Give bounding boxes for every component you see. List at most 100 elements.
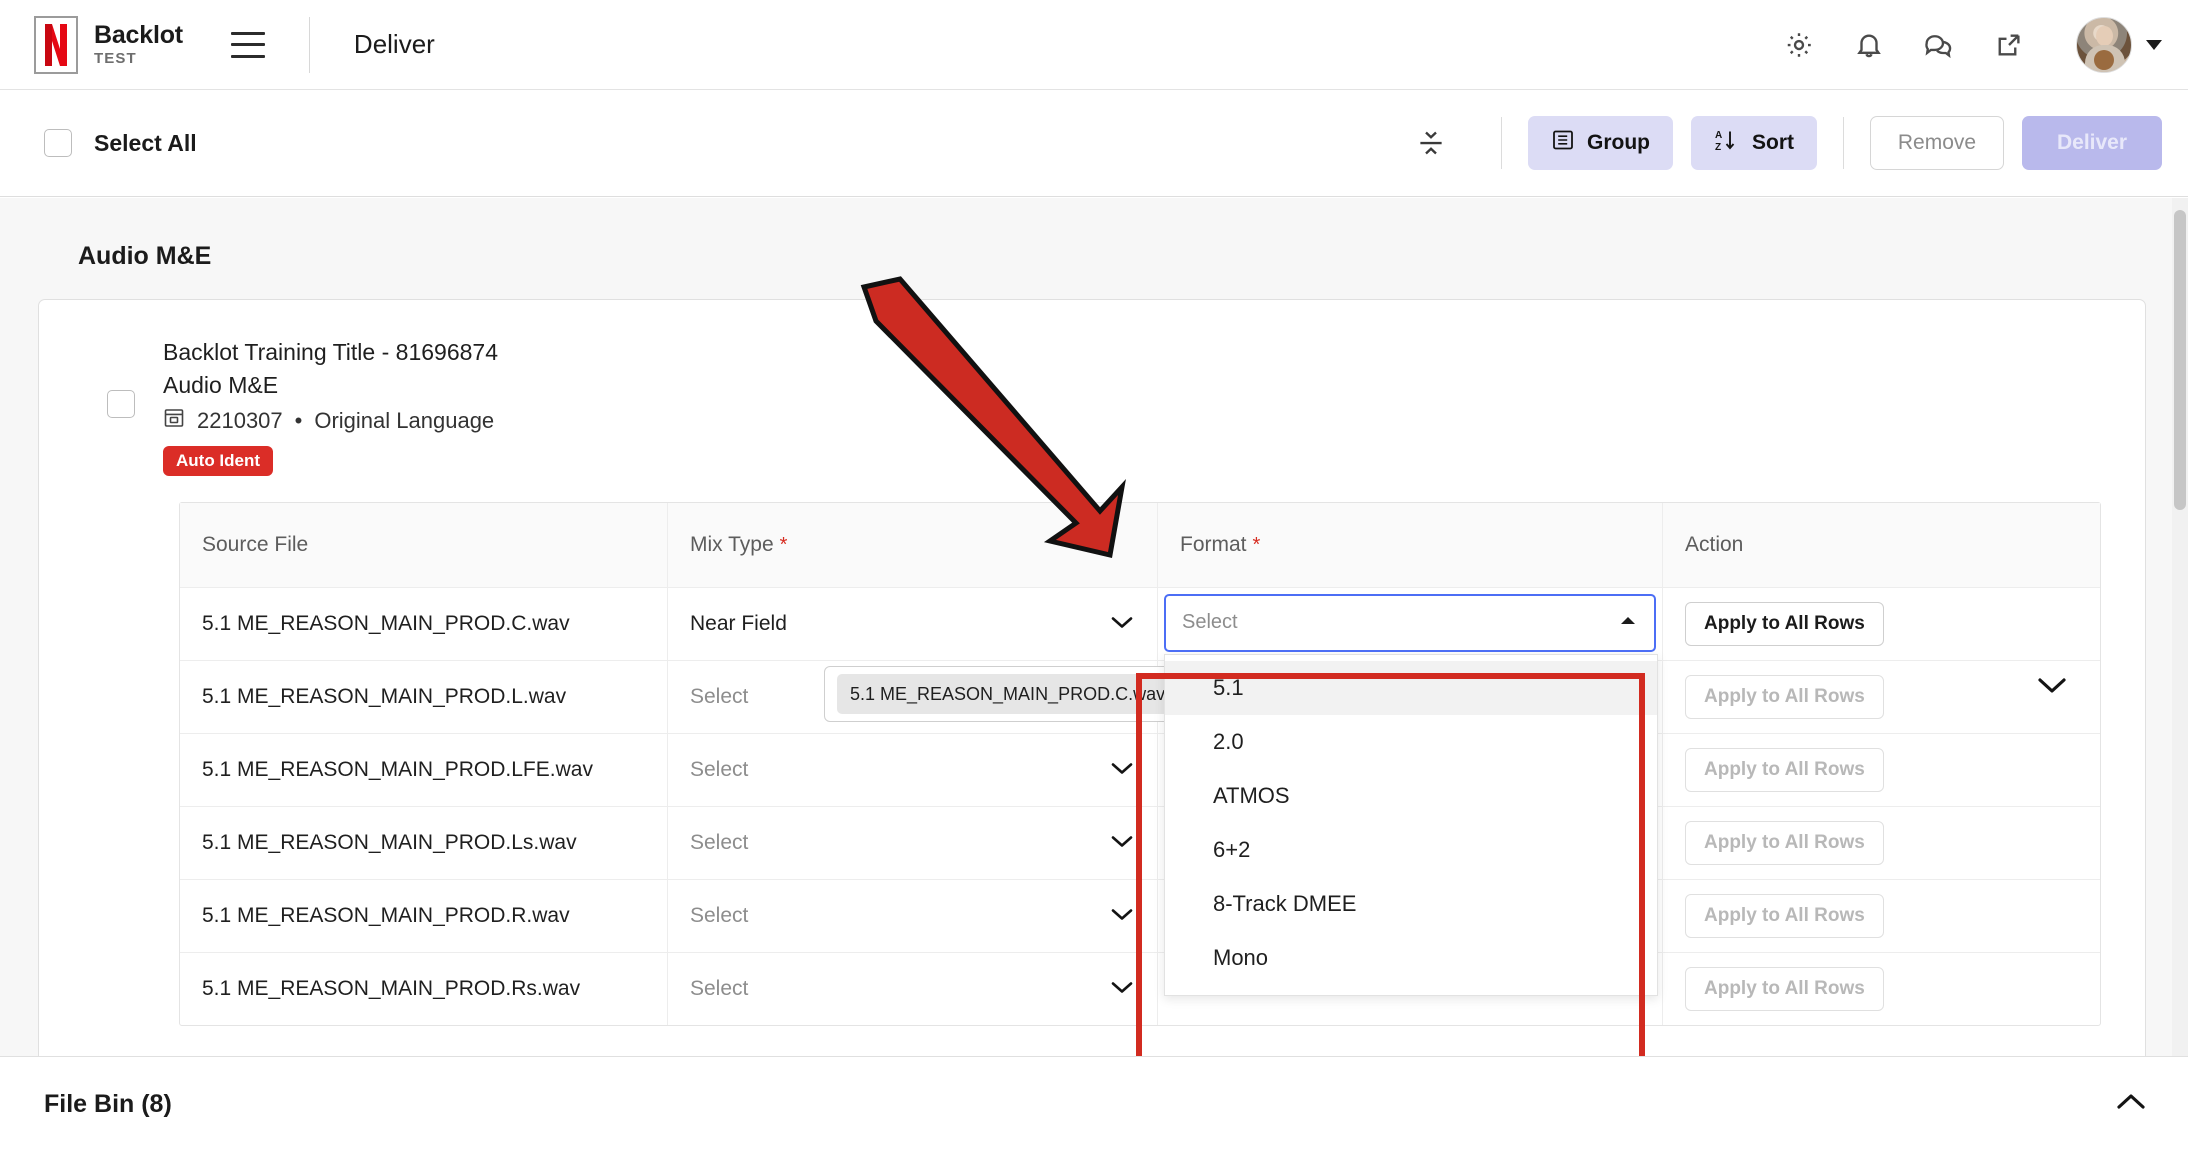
brand-name: Backlot	[94, 20, 183, 49]
group-label: Group	[1587, 131, 1650, 154]
select-all-checkbox[interactable]	[44, 129, 72, 157]
table-row: 5.1 ME_REASON_MAIN_PROD.C.wav Near Field…	[180, 587, 2100, 996]
cell-mix-type-select[interactable]: Select	[668, 806, 1158, 879]
column-header-format: Format *	[1158, 502, 1663, 587]
cell-mix-type-select[interactable]: Select	[668, 879, 1158, 952]
cell-action: Apply to All Rows	[1663, 734, 2100, 806]
select-all-label: Select All	[94, 129, 197, 156]
cell-action: Apply to All Rows	[1663, 807, 2100, 879]
request-language: Original Language	[314, 407, 495, 433]
apply-to-all-rows-button[interactable]: Apply to All Rows	[1685, 747, 1884, 792]
file-bin-bar[interactable]: File Bin (8)	[0, 1056, 2188, 1152]
cell-mix-type-select[interactable]: Select	[668, 952, 1158, 1025]
format-dropdown-value: Select	[1182, 611, 1238, 634]
main-scrollbar-thumb[interactable]	[2174, 210, 2186, 510]
svg-text:Z: Z	[1715, 142, 1721, 153]
required-marker: *	[779, 533, 788, 556]
column-header-source-file: Source File	[180, 502, 668, 587]
request-card-header: Backlot Training Title - 81696874 Audio …	[39, 300, 2145, 502]
format-dropdown-menu: 5.1 2.0 ATMOS 6+2 8-Track DMEE Mono	[1164, 653, 1658, 996]
apply-to-all-rows-button[interactable]: Apply to All Rows	[1685, 601, 1884, 646]
mix-type-value: Select	[690, 903, 749, 927]
apply-to-all-rows-button[interactable]: Apply to All Rows	[1685, 893, 1884, 938]
cell-source-file: 5.1 ME_REASON_MAIN_PROD.LFE.wav	[180, 733, 668, 806]
cell-mix-type-select[interactable]: Select	[668, 733, 1158, 806]
collapse-rows-icon[interactable]	[1411, 123, 1451, 163]
cell-action: Apply to All Rows	[1663, 953, 2100, 1025]
format-option[interactable]: 6+2	[1165, 823, 1657, 877]
format-option[interactable]: Mono	[1165, 931, 1657, 985]
deliver-button[interactable]: Deliver	[2022, 116, 2162, 170]
brand-logo-group[interactable]: Backlot TEST	[34, 15, 183, 74]
cell-format-select[interactable]: Select 5.1 2.0 ATMOS 6+2 8-Track DMEE Mo…	[1158, 587, 1663, 996]
caret-up-icon	[1618, 611, 1638, 634]
netflix-n-icon	[34, 15, 78, 74]
chat-icon[interactable]	[1922, 28, 1956, 62]
format-dropdown-trigger[interactable]: Select	[1164, 593, 1656, 652]
request-card: Backlot Training Title - 81696874 Audio …	[38, 299, 2146, 1056]
chevron-down-icon	[1109, 977, 1135, 1001]
cell-source-file: 5.1 ME_REASON_MAIN_PROD.Rs.wav	[180, 952, 668, 1025]
header-divider	[308, 16, 310, 73]
cell-action: Apply to All Rows	[1663, 588, 2100, 660]
column-header-action: Action	[1685, 532, 1744, 556]
external-link-icon[interactable]	[1992, 28, 2026, 62]
format-option[interactable]: 8-Track DMEE	[1165, 877, 1657, 931]
gear-icon[interactable]	[1782, 28, 1816, 62]
file-bin-label: File Bin (8)	[44, 1090, 172, 1118]
avatar[interactable]	[2076, 16, 2132, 73]
top-navigation-bar: Backlot TEST Deliver	[0, 0, 2188, 90]
hamburger-icon[interactable]	[230, 31, 265, 58]
format-option[interactable]: 5.1	[1165, 660, 1657, 715]
archive-box-icon	[163, 407, 185, 435]
selected-file-chip: 5.1 ME_REASON_MAIN_PROD.C.wav ✕	[837, 674, 1213, 714]
sort-az-icon: A Z	[1714, 127, 1740, 159]
column-header-mix-type: Mix Type *	[668, 502, 1158, 587]
request-id: 2210307	[197, 407, 283, 433]
format-option[interactable]: 2.0	[1165, 715, 1657, 769]
bell-icon[interactable]	[1852, 28, 1886, 62]
svg-text:A: A	[1715, 130, 1722, 141]
mix-type-value: Near Field	[690, 611, 787, 635]
chevron-down-icon	[1109, 612, 1135, 636]
page-title: Deliver	[353, 29, 435, 59]
request-card-footer: Open Request Details	[39, 1026, 2145, 1056]
selection-action-bar: Select All Group A Z Sort Remove Deliver	[0, 90, 2188, 197]
cell-mix-type-select[interactable]: Near Field	[668, 587, 1158, 660]
mix-type-value: Select	[690, 684, 749, 708]
request-select-checkbox[interactable]	[107, 390, 135, 418]
table-row: 5.1 ME_REASON_MAIN_PROD.Rs.wav Select Ap…	[180, 952, 2100, 1025]
cell-source-file: 5.1 ME_REASON_MAIN_PROD.R.wav	[180, 879, 668, 952]
group-button[interactable]: Group	[1528, 116, 1673, 170]
mix-type-value: Select	[690, 757, 749, 781]
apply-to-all-rows-button[interactable]: Apply to All Rows	[1685, 966, 1884, 1011]
chevron-up-icon[interactable]	[2114, 1091, 2148, 1118]
sort-label: Sort	[1752, 131, 1794, 154]
cell-source-file: 5.1 ME_REASON_MAIN_PROD.C.wav	[180, 587, 668, 660]
expand-request-chevron-down-icon[interactable]	[2035, 674, 2069, 701]
deliver-label: Deliver	[2056, 131, 2128, 154]
user-menu[interactable]	[2076, 16, 2162, 73]
cell-action: Apply to All Rows	[1663, 880, 2100, 952]
remove-button[interactable]: Remove	[1870, 116, 2004, 170]
request-subtitle: Audio M&E	[163, 372, 279, 399]
meta-separator: •	[294, 407, 303, 433]
format-option[interactable]: ATMOS	[1165, 769, 1657, 823]
cell-source-file: 5.1 ME_REASON_MAIN_PROD.L.wav	[180, 660, 668, 733]
brand-environment-label: TEST	[94, 50, 137, 68]
status-badge: Auto Ident	[163, 445, 274, 476]
sort-button[interactable]: A Z Sort	[1691, 116, 1817, 170]
table-row: 5.1 ME_REASON_MAIN_PROD.Ls.wav Select Ap…	[180, 806, 2100, 880]
request-id-row: 2210307 • Original Language	[163, 407, 498, 435]
main-content: Audio M&E Backlot Training Title - 81696…	[0, 198, 2188, 1056]
mix-type-value: Select	[690, 976, 749, 1000]
mix-type-value: Select	[690, 830, 749, 854]
remove-label: Remove	[1897, 131, 1977, 154]
cell-source-file: 5.1 ME_REASON_MAIN_PROD.Ls.wav	[180, 806, 668, 879]
chevron-down-icon[interactable]	[2146, 39, 2162, 50]
table-header-row: Source File Mix Type * Format * Action	[180, 502, 2100, 588]
apply-to-all-rows-button[interactable]: Apply to All Rows	[1685, 820, 1884, 865]
apply-to-all-rows-button[interactable]: Apply to All Rows	[1685, 674, 1884, 719]
chevron-down-icon	[1109, 758, 1135, 782]
required-marker: *	[1252, 533, 1261, 556]
